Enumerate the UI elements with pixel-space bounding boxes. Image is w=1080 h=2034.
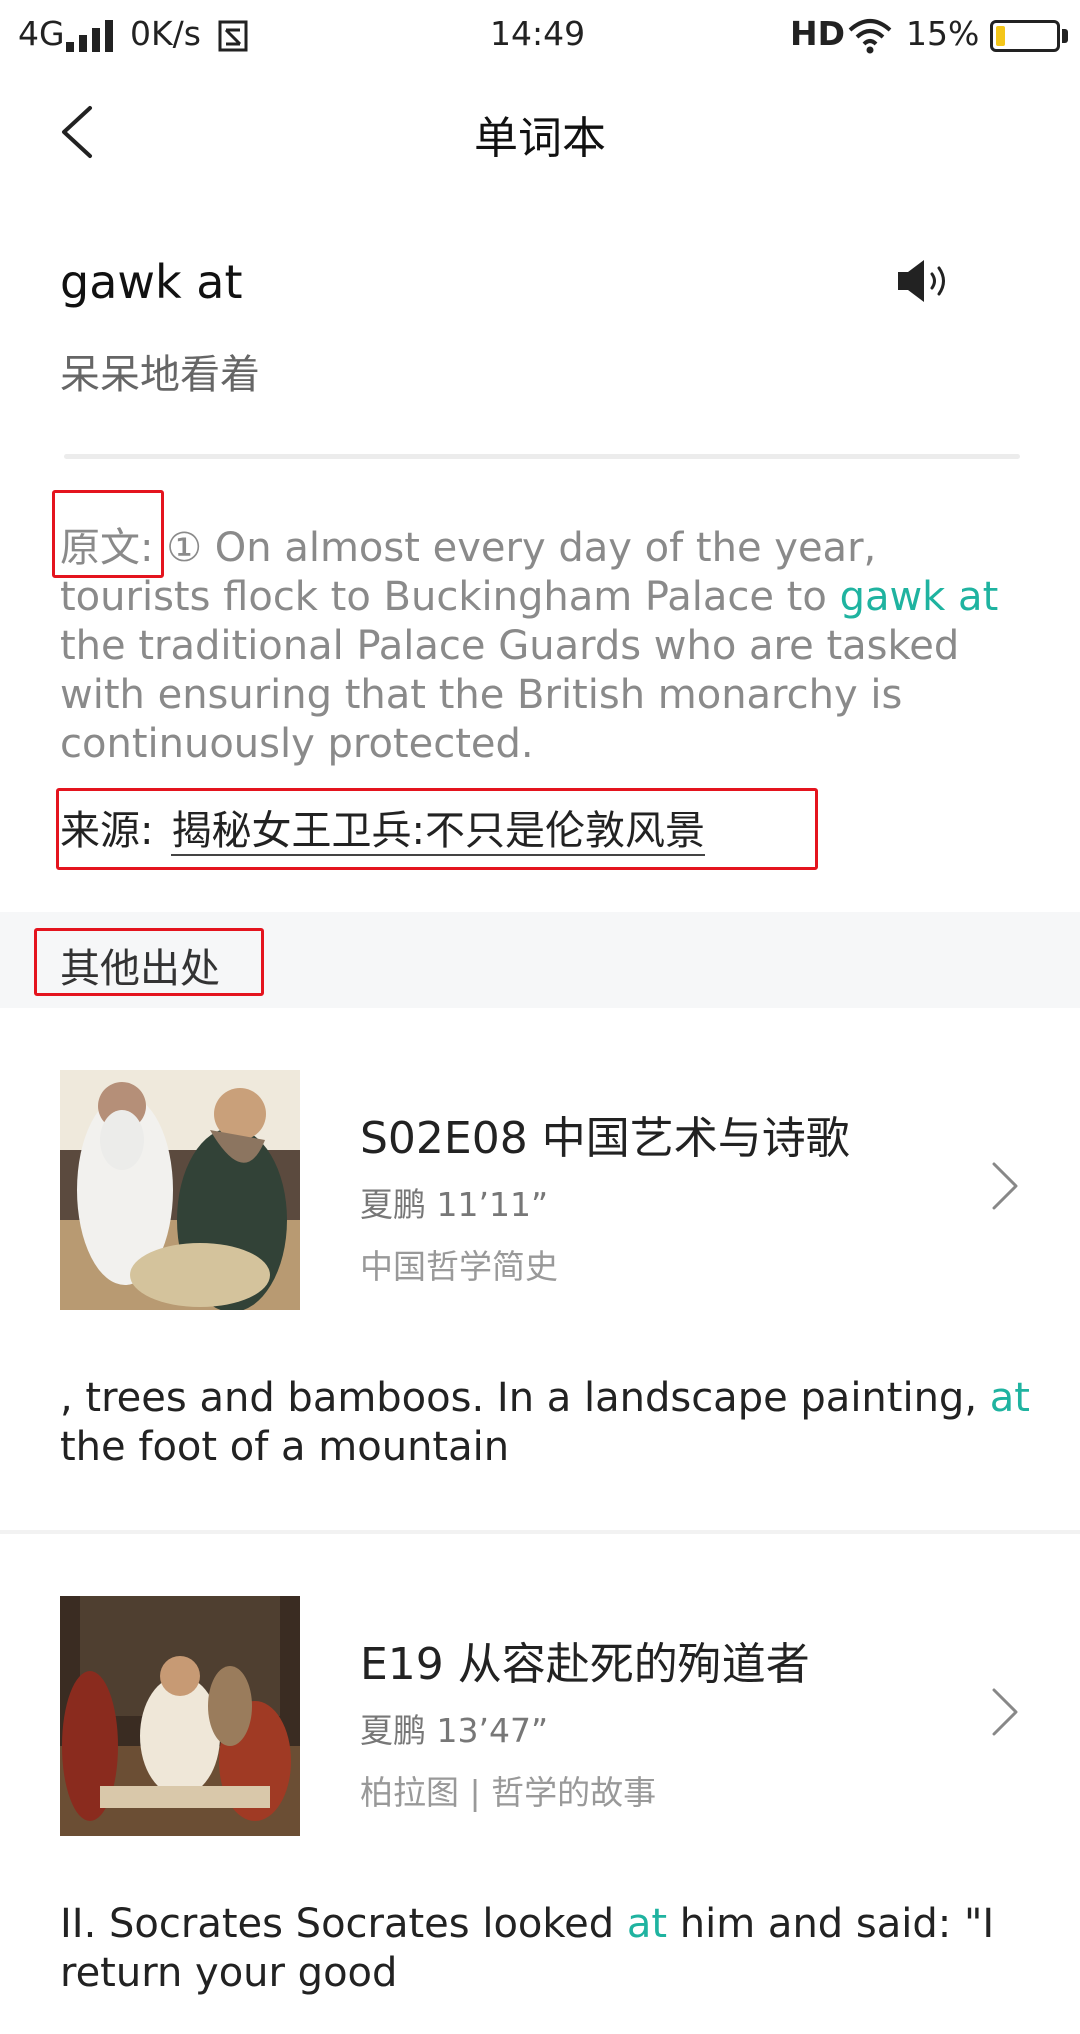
episode-series: 中国哲学简史: [360, 1247, 558, 1286]
divider: [64, 454, 1020, 459]
annotation-box-source: [56, 788, 818, 870]
nav-bar: 单词本: [0, 74, 1080, 184]
wifi-icon: [848, 19, 892, 54]
episode-snippet: II. Socrates Socrates looked at him and …: [60, 1900, 1030, 1998]
speaker-icon[interactable]: [896, 258, 952, 304]
battery-cap: [1062, 29, 1068, 43]
episode-series: 柏拉图 | 哲学的故事: [360, 1773, 657, 1812]
battery-icon: [990, 20, 1060, 52]
episode-title: E19 从容赴死的殉道者: [360, 1639, 810, 1690]
network-type: 4G: [18, 14, 65, 53]
network-speed: 0K/s: [130, 14, 201, 53]
clock: 14:49: [490, 14, 586, 53]
annotation-box-original-label: [52, 490, 164, 578]
snippet-text-before: II. Socrates Socrates looked: [60, 1901, 615, 1947]
hd-indicator: HD: [790, 14, 846, 53]
episode-meta: 夏鹏 11’11”: [360, 1185, 549, 1224]
word-term: gawk at: [60, 255, 243, 309]
episode-thumbnail: [60, 1596, 300, 1836]
episode-item[interactable]: S02E08 中国艺术与诗歌 夏鹏 11’11” 中国哲学简史: [0, 1070, 1080, 1310]
episode-meta: 夏鹏 13’47”: [360, 1711, 549, 1750]
battery-percent: 15%: [906, 14, 980, 53]
episode-title: S02E08 中国艺术与诗歌: [360, 1113, 850, 1164]
annotation-box-other-sources: [34, 928, 264, 996]
chevron-right-icon: [992, 1688, 1018, 1736]
page-title: 单词本: [474, 113, 606, 164]
snippet-text-before: , trees and bamboos. In a landscape pain…: [60, 1375, 978, 1421]
signal-icon: [66, 20, 118, 52]
notification-icon: [218, 20, 248, 52]
passage-text-after: the traditional Palace Guards who are ta…: [60, 623, 960, 767]
word-meaning: 呆呆地看着: [60, 352, 260, 398]
chevron-right-icon: [992, 1162, 1018, 1210]
status-bar: 4G 0K/s 14:49 HD 15%: [0, 0, 1080, 74]
episode-item[interactable]: E19 从容赴死的殉道者 夏鹏 13’47” 柏拉图 | 哲学的故事: [0, 1596, 1080, 1836]
snippet-highlight: at: [989, 1375, 1030, 1421]
passage-number: ①: [166, 525, 203, 571]
passage-highlight: gawk at: [839, 574, 999, 620]
snippet-highlight: at: [626, 1901, 668, 1947]
episode-snippet: , trees and bamboos. In a landscape pain…: [60, 1374, 1030, 1472]
original-passage: 原文: ① On almost every day of the year, t…: [60, 524, 1030, 769]
episode-thumbnail: [60, 1070, 300, 1310]
snippet-text-after: the foot of a mountain: [60, 1424, 510, 1470]
divider: [0, 1530, 1080, 1534]
